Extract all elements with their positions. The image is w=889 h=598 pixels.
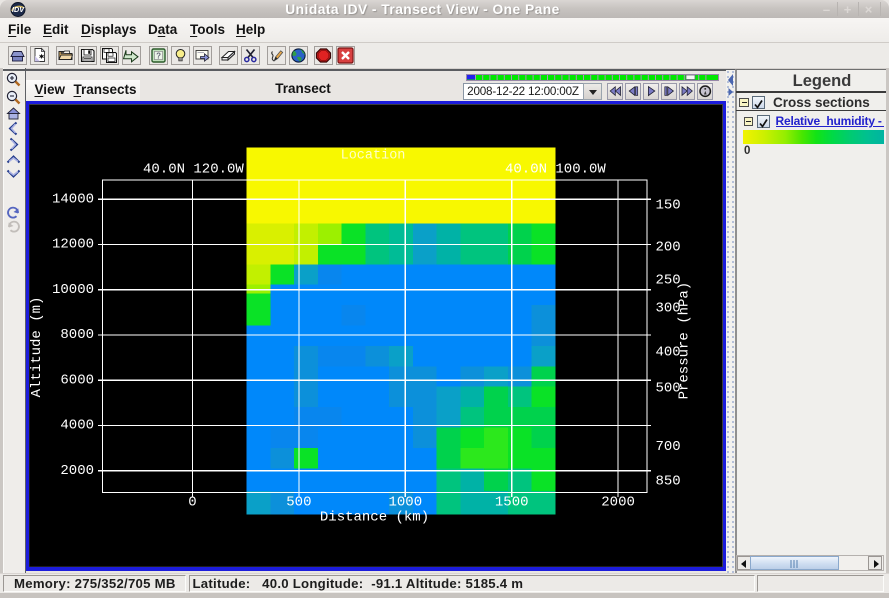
- svg-text:8000: 8000: [60, 327, 94, 343]
- svg-text:Distance (km): Distance (km): [320, 510, 429, 526]
- svg-text:500: 500: [286, 495, 311, 511]
- svg-text:2000: 2000: [60, 463, 94, 479]
- svg-text:2000: 2000: [601, 495, 635, 511]
- svg-text:850: 850: [656, 474, 681, 490]
- svg-text:Altitude (m): Altitude (m): [29, 297, 45, 398]
- svg-text:1500: 1500: [495, 495, 529, 511]
- svg-text:IDV: IDV: [12, 5, 25, 14]
- svg-text:700: 700: [656, 439, 681, 455]
- svg-text:Pressure (hPa): Pressure (hPa): [677, 282, 693, 400]
- svg-text:150: 150: [656, 198, 681, 214]
- svg-text:12000: 12000: [52, 237, 94, 253]
- svg-text:?: ?: [156, 51, 161, 60]
- svg-text:40.0N 120.0W: 40.0N 120.0W: [143, 162, 244, 178]
- svg-text:0: 0: [188, 495, 196, 511]
- svg-text:200: 200: [656, 240, 681, 256]
- svg-text:10000: 10000: [52, 282, 94, 298]
- svg-text:1000: 1000: [388, 495, 422, 511]
- svg-text:14000: 14000: [52, 191, 94, 207]
- svg-text:40.0N 100.0W: 40.0N 100.0W: [505, 162, 606, 178]
- svg-text:4000: 4000: [60, 418, 94, 434]
- svg-text:6000: 6000: [60, 372, 94, 388]
- svg-text:Location: Location: [341, 149, 406, 164]
